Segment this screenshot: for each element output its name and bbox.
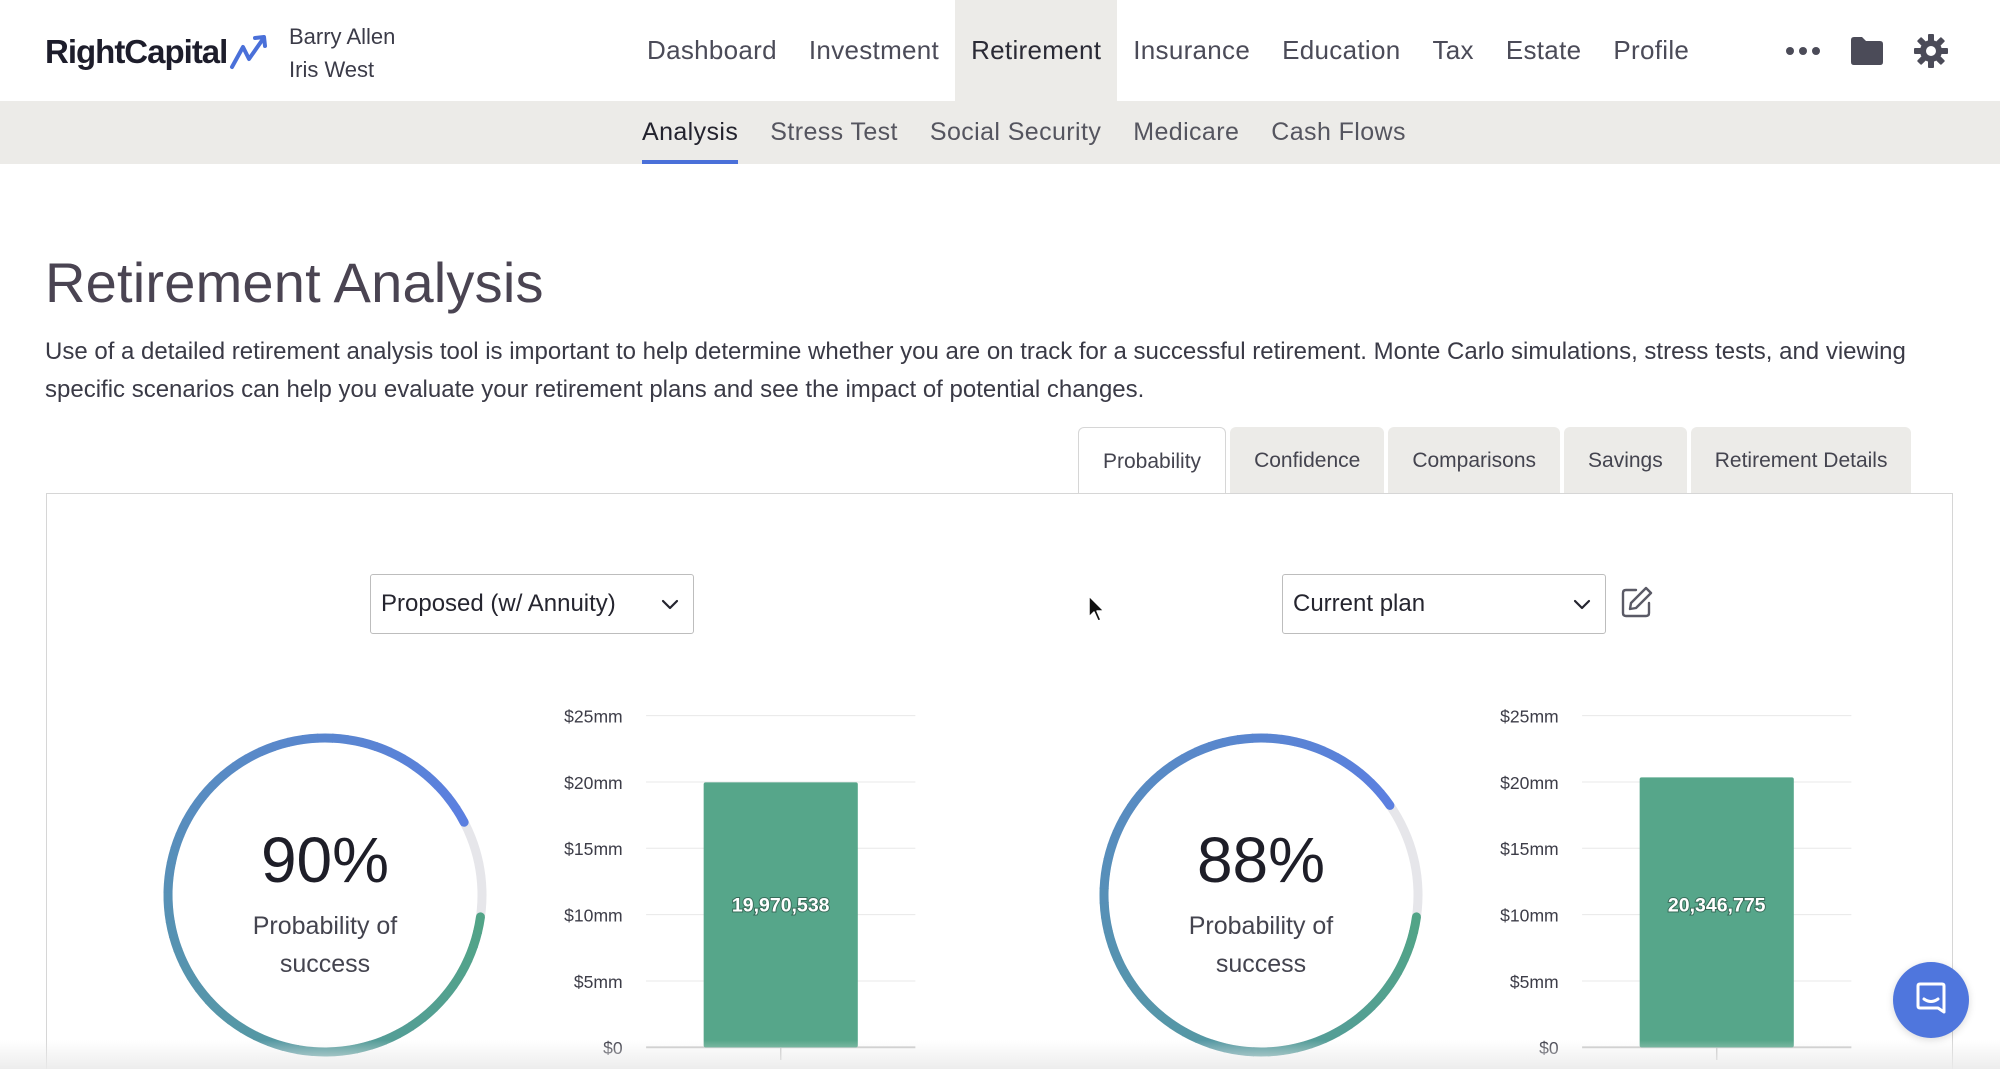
sub-nav: Analysis Stress Test Social Security Med…: [0, 101, 2000, 164]
client-name-primary: Barry Allen: [289, 24, 396, 49]
y-tick-label: $25mm: [1500, 706, 1559, 726]
page-title: Retirement Analysis: [45, 251, 544, 314]
y-tick-label: $20mm: [1500, 773, 1559, 793]
y-tick-label: $5mm: [1510, 972, 1559, 992]
main-nav: Dashboard Investment Retirement Insuranc…: [631, 0, 1705, 101]
gear-icon[interactable]: [1899, 0, 1963, 101]
client-name-spouse: Iris West: [289, 57, 375, 82]
tab-savings[interactable]: Savings: [1564, 427, 1687, 494]
y-tick-label: $0: [1539, 1038, 1559, 1058]
y-tick-label: $15mm: [1500, 839, 1559, 859]
scenario-select-left-value: Proposed (w/ Annuity): [381, 590, 616, 617]
subnav-analysis[interactable]: Analysis: [642, 101, 739, 164]
tab-confidence[interactable]: Confidence: [1230, 427, 1385, 494]
top-bar: RightCapital Barry Allen Iris West Dashb…: [0, 0, 2000, 101]
y-tick-label: $20mm: [564, 773, 623, 793]
folder-icon[interactable]: [1835, 0, 1899, 101]
mouse-cursor-icon: [1088, 595, 1105, 622]
nav-tax[interactable]: Tax: [1416, 0, 1489, 101]
y-tick-label: $10mm: [1500, 905, 1559, 925]
nav-education[interactable]: Education: [1266, 0, 1416, 101]
scenario-select-right[interactable]: Current plan: [1282, 574, 1606, 634]
brand-logo[interactable]: RightCapital: [45, 30, 271, 74]
probability-value-left: 90%: [260, 824, 390, 896]
tab-comparisons[interactable]: Comparisons: [1388, 427, 1561, 494]
subnav-stress-test[interactable]: Stress Test: [770, 101, 898, 164]
nav-profile[interactable]: Profile: [1597, 0, 1705, 101]
subnav-social-security[interactable]: Social Security: [930, 101, 1101, 164]
y-tick-label: $10mm: [564, 905, 623, 925]
chevron-down-icon: [661, 599, 679, 610]
analysis-tabs: Probability Confidence Comparisons Savin…: [1078, 427, 1912, 495]
chat-launcher-button[interactable]: [1893, 962, 1969, 1038]
tab-retirement-details[interactable]: Retirement Details: [1690, 427, 1912, 494]
logo-arrow-icon: [230, 35, 268, 69]
subnav-cash-flows[interactable]: Cash Flows: [1271, 101, 1406, 164]
scenario-select-right-value: Current plan: [1293, 590, 1426, 617]
bar-value-label-right: 20,346,775: [1668, 894, 1766, 916]
edit-icon[interactable]: [1620, 585, 1654, 619]
portfolio-bar-chart-left: $0 $5mm $10mm $15mm $20mm $25mm 19,970,538: [564, 706, 916, 1060]
probability-label-right: Probability of success: [1188, 912, 1334, 978]
chevron-down-icon: [1573, 599, 1591, 610]
more-icon[interactable]: [1771, 0, 1835, 101]
y-tick-label: $5mm: [574, 972, 623, 992]
y-tick-label: $0: [603, 1038, 623, 1058]
page-description: Use of a detailed retirement analysis to…: [45, 338, 1906, 403]
chat-icon: [1916, 982, 1946, 1014]
y-tick-label: $15mm: [564, 839, 623, 859]
client-names[interactable]: Barry Allen Iris West: [289, 20, 395, 86]
nav-icon-group: [1771, 0, 1963, 101]
bar-value-label-left: 19,970,538: [732, 894, 830, 916]
scenario-select-left[interactable]: Proposed (w/ Annuity): [370, 574, 694, 634]
y-tick-label: $25mm: [564, 706, 623, 726]
nav-insurance[interactable]: Insurance: [1117, 0, 1266, 101]
probability-gauge-right: 88% Probability of success: [1093, 727, 1429, 1063]
portfolio-bar-chart-right: $0 $5mm $10mm $15mm $20mm $25mm 20,346,775: [1500, 706, 1852, 1060]
probability-gauge-left: 90% Probability of success: [157, 727, 493, 1063]
probability-value-right: 88%: [1196, 824, 1326, 896]
nav-investment[interactable]: Investment: [793, 0, 955, 101]
probability-label-left: Probability of success: [252, 912, 398, 978]
brand-name: RightCapital: [45, 33, 228, 70]
nav-estate[interactable]: Estate: [1490, 0, 1598, 101]
nav-dashboard[interactable]: Dashboard: [631, 0, 793, 101]
nav-retirement[interactable]: Retirement: [955, 0, 1118, 101]
subnav-medicare[interactable]: Medicare: [1133, 101, 1239, 164]
tab-probability[interactable]: Probability: [1078, 427, 1227, 495]
